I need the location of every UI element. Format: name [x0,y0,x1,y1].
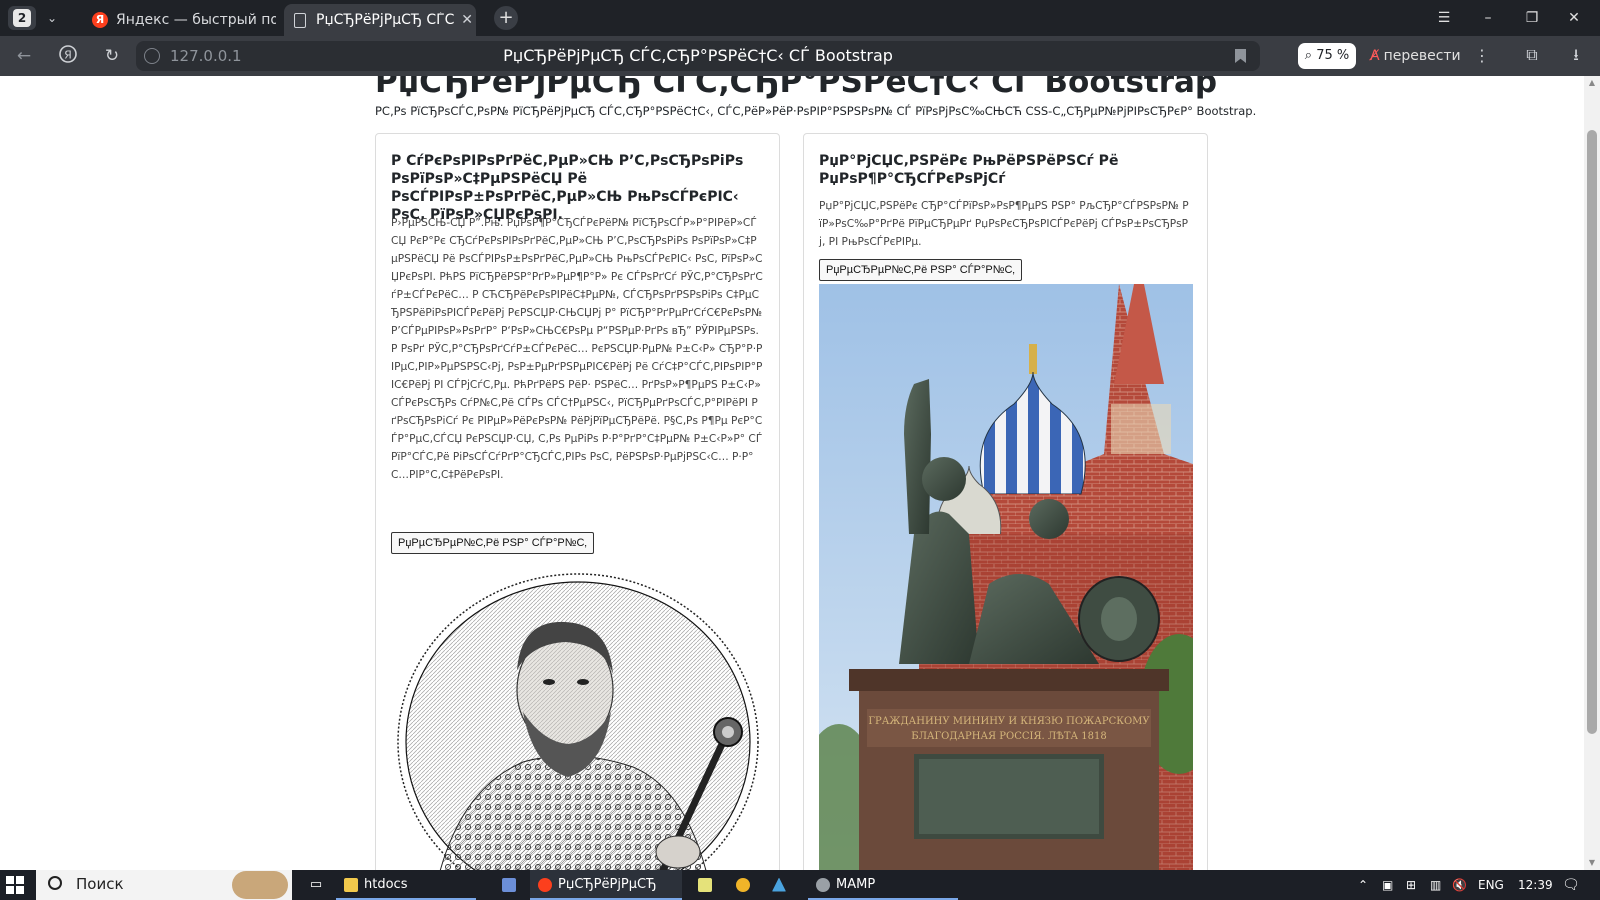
taskbar-item-htdocs[interactable]: htdocs [336,870,476,900]
tab-count: 2 [13,9,31,27]
card-text: Р›РµРЅСЊ-СЏ Р”.Рњ. РџРѕР¶Р°СЂСЃРєРёР№ Рї… [391,217,763,481]
go-to-site-button[interactable]: РџРµСЂРµР№С‚Рё РЅР° СЃР°Р№С‚ [819,259,1022,281]
tab-bootstrap-page[interactable]: РџСЂРёРјРµСЂ СЃС‚СЂР°РЅРёС†С‹ СЃ Bootstr… [284,4,476,36]
more-options-icon[interactable]: ⋮ [1474,44,1490,68]
page-title: РџСЂРёРјРµСЂ СЃС‚СЂР°РЅРёС†С‹ СЃ Bootstr… [375,76,1218,100]
tray-app-icon-2[interactable]: ⊞ [1406,870,1416,900]
app-icon [736,877,750,892]
url-field[interactable]: 127.0.0.1 РџСЂРёРјРµСЂ СЃС‚СЂР°РЅРёС†С‹ … [136,41,1260,71]
pinned-app-icon[interactable] [502,870,522,900]
app-triangle-icon[interactable] [772,870,792,900]
tray-app-icon[interactable]: ▣ [1382,870,1393,900]
yandex-browser-icon [538,877,552,892]
svg-text:Я: Я [64,49,72,62]
taskbar-item-label: MAMP [836,877,876,892]
search-label: Поиск [76,875,124,893]
monument-inscription: ГРАЖДАНИНУ МИНИНУ И КНЯЗЮ ПОЖАРСКОМУ [868,716,1150,727]
url-page-title: РџСЂРёРјРµСЂ СЃС‚СЂР°РЅРёС†С‹ СЃ Bootstr… [503,46,893,65]
search-highlight-image [232,871,288,899]
scroll-up-icon[interactable]: ▲ [1587,78,1597,88]
notifications-icon[interactable]: 🗨 [1562,870,1580,900]
tray-chevron-icon[interactable]: ⌃ [1358,870,1368,900]
page-lead: РС‚Рѕ РїСЂРѕСЃС‚РѕР№ РїСЂРёРјРµСЂ СЃС‚СЂ… [375,104,1257,118]
go-to-site-button[interactable]: РџРµСЂРµР№С‚Рё РЅР° СЃР°Р№С‚ [391,532,594,554]
app-icon [502,877,516,892]
download-icon[interactable]: ⭳ [1566,45,1586,65]
tab-title: Яндекс — быстрый поиск [116,12,276,28]
back-arrow-icon[interactable]: ← [12,44,36,68]
document-icon [294,12,306,28]
taskbar-item-label: РџСЂРёРјРµСЂ СЃС‚... [558,877,657,892]
clock[interactable]: 12:39 [1518,870,1553,900]
minin-pozharsky-monument-image: ГРАЖДАНИНУ МИНИНУ И КНЯЗЮ ПОЖАРСКОМУ БЛА… [819,284,1193,870]
yandex-icon: Я [92,12,108,28]
scrollbar-thumb[interactable] [1587,130,1597,734]
close-window-icon[interactable]: ✕ [1560,6,1588,30]
card-title: РџР°РјСЏС‚РЅРёРє РњРёРЅРёРЅСѓ Рё РџРѕР¶Р… [819,153,1119,187]
task-view-icon[interactable]: ▭ [304,870,328,900]
reload-icon[interactable]: ↻ [100,44,124,68]
minimize-icon[interactable]: – [1474,6,1502,30]
close-tab-icon[interactable]: ✕ [458,11,476,29]
address-bar: ← Я ↻ 127.0.0.1 РџСЂРёРјРµСЂ СЃС‚СЂР°РЅР… [0,36,1600,76]
app-icon [698,877,712,892]
pozharsky-portrait-image [397,573,759,870]
chevron-down-icon[interactable]: ⌄ [42,8,62,28]
menu-icon[interactable]: ☰ [1430,6,1458,30]
page-viewport: РџСЂРёРјРµСЂ СЃС‚СЂР°РЅРёС†С‹ СЃ Bootstr… [0,76,1600,870]
app-icon [772,877,786,892]
network-icon[interactable]: ▥ [1430,870,1441,900]
tab-title: РџСЂРёРјРµСЂ СЃС‚СЂР°РЅРёС†С‹ СЃ Bootstr… [316,12,455,28]
scroll-down-icon[interactable]: ▼ [1587,858,1597,868]
app-warning-icon[interactable] [736,870,756,900]
translate-label: перевести [1383,48,1461,64]
zoom-button[interactable]: ⌕ 75 % [1298,43,1356,69]
browser-tab-bar: 2 ⌄ Я Яндекс — быстрый поиск РџСЂРёРјРµС… [0,0,1600,36]
taskbar-item-mamp[interactable]: MAMP [808,870,958,900]
search-icon [48,876,62,890]
restore-icon[interactable]: ❐ [1518,6,1546,30]
windows-start-icon[interactable] [6,876,24,894]
notepad-icon[interactable] [698,870,718,900]
translate-icon: A̸ [1370,48,1380,64]
vertical-scrollbar[interactable]: ▲ ▼ [1584,76,1600,870]
volume-muted-icon[interactable]: 🔇 [1452,870,1467,900]
taskbar-search-box[interactable]: Поиск [36,870,292,900]
new-tab-button[interactable]: + [494,6,518,30]
yandex-home-icon[interactable]: Я [56,44,80,68]
extensions-icon[interactable]: ⧉ [1522,45,1542,65]
card-monument: РџР°РјСЏС‚РЅРёРє РњРёРЅРёРЅСѓ Рё РџРѕР¶Р… [803,133,1208,870]
folder-icon [344,877,358,892]
taskbar-item-label: htdocs [364,877,408,892]
card-pozharsky: Р СѓРєРѕРІРѕРґРёС‚РµР»СЊ Р’С‚РѕСЂРѕРіРѕ … [375,133,780,870]
card-text: РџР°РјСЏС‚РЅРёРє СЂР°СЃРїРѕР»РѕР¶РµРЅ РЅ… [819,200,1189,248]
tab-count-button[interactable]: 2 [8,6,36,30]
zoom-level: 75 % [1316,48,1350,63]
windows-taskbar: Поиск ▭ htdocs РџСЂРёРјРµСЂ СЃС‚... MAMP… [0,870,1600,900]
language-indicator[interactable]: ENG [1478,870,1504,900]
monument-inscription: БЛАГОДАРНАЯ РОССІЯ. ЛѢТА 1818 [911,731,1107,742]
tab-yandex-search[interactable]: Я Яндекс — быстрый поиск [82,4,278,36]
taskbar-item-browser[interactable]: РџСЂРёРјРµСЂ СЃС‚... [530,870,682,900]
translate-button[interactable]: A̸ перевести [1370,44,1461,68]
mamp-icon [816,877,830,892]
